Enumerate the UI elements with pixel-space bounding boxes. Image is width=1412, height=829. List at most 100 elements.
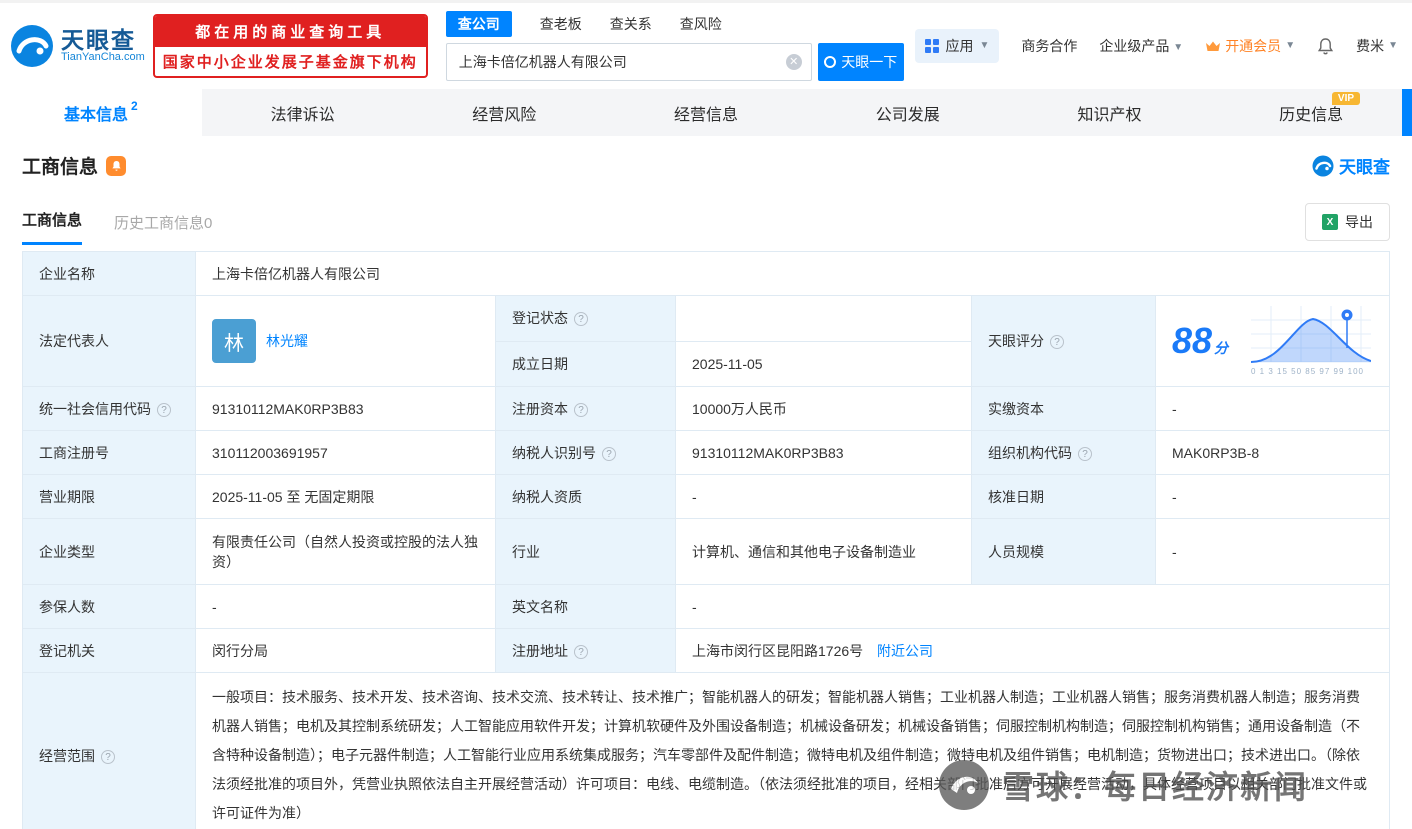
open-vip-button[interactable]: 开通会员 ▼ [1205,36,1295,56]
tianyancha-logo[interactable]: 天眼查 TianYanCha.com [10,24,145,68]
industry-label: 行业 [495,518,676,585]
staff-scale-label: 人员规模 [971,518,1156,585]
section-brand-logo: 天眼查 [1312,153,1390,178]
chevron-down-icon: ▼ [1388,39,1398,51]
page: 天眼查 TianYanCha.com 都在用的商业查询工具 国家中小企业发展子基… [0,0,1412,829]
taxpayer-id-label: 纳税人识别号 [495,430,676,475]
reg-capital-label: 注册资本 [495,386,676,431]
reg-authority-value: 闵行分局 [195,628,496,673]
search-button[interactable]: 天眼一下 [817,43,904,81]
tianyancha-logo-icon [1312,155,1334,176]
english-name-value: - [675,584,1390,629]
company-name-label: 企业名称 [22,251,196,296]
english-name-label: 英文名称 [495,584,676,629]
company-section-tabs: 基本信息 2 法律诉讼 经营风险 经营信息 公司发展 知识产权 历史信息 VIP [0,89,1412,136]
clear-search-icon[interactable]: ✕ [785,54,802,70]
header-nav: 应用 ▼ 商务合作 企业级产品 ▼ 开通会员 ▼ 费米 ▼ [915,29,1398,63]
nearby-companies-link[interactable]: 附近公司 [877,643,933,659]
help-icon[interactable] [101,749,115,764]
subtab-business-info[interactable]: 工商信息 [22,209,83,245]
nav-enterprise-products[interactable]: 企业级产品 ▼ [1099,36,1183,56]
approve-date-label: 核准日期 [971,474,1156,519]
help-icon[interactable] [574,402,588,417]
credit-code-label: 统一社会信用代码 [22,386,196,431]
reg-address-value: 上海市闵行区昆阳路1726号 [692,642,864,659]
business-scope-value: 一般项目：技术服务、技术开发、技术咨询、技术交流、技术转让、技术推广；智能机器人… [195,672,1390,829]
nav-business-cooperation[interactable]: 商务合作 [1021,36,1077,56]
subtabs-row: 工商信息 历史工商信息0 X 导出 [22,203,1390,245]
reg-status-label: 登记状态 [495,295,676,342]
tab-intellectual-property[interactable]: 知识产权 [1009,89,1211,136]
chevron-down-icon: ▼ [979,39,990,51]
apps-menu[interactable]: 应用 ▼ [915,29,1000,63]
legal-rep-avatar[interactable]: 林 [212,319,256,363]
company-type-value: 有限责任公司（自然人投资或控股的法人独资） [195,518,496,585]
tyc-score-value: 88 分 [1172,320,1229,361]
establish-date-value: 2025-11-05 [675,340,972,387]
insured-num-label: 参保人数 [22,584,196,629]
logo-domain: TianYanCha.com [61,51,145,64]
crown-icon [1206,41,1221,51]
business-info-section: 工商信息 天眼查 工商信息 历史工商信息0 X 导出 企业名称 上海卡倍亿机器人… [0,152,1412,829]
tab-business-info[interactable]: 经营信息 [605,89,807,136]
basic-info-badge: 2 [131,98,138,113]
legal-rep-label: 法定代表人 [22,295,196,387]
tab-legal-proceedings[interactable]: 法律诉讼 [202,89,404,136]
vip-badge: VIP [1331,92,1361,105]
apps-grid-icon [925,39,940,53]
taxpayer-quality-value: - [675,474,972,519]
section-title: 工商信息 [22,157,99,178]
legal-rep-cell: 林 林光耀 [195,295,496,387]
logo-title: 天眼查 [61,27,136,54]
tab-basic-info[interactable]: 基本信息 2 [0,89,202,136]
side-float-button[interactable] [1402,89,1412,136]
tab-business-risk[interactable]: 经营风险 [403,89,605,136]
business-scope-label: 经营范围 [22,672,196,829]
reg-number-value: 310112003691957 [195,430,496,475]
company-type-label: 企业类型 [22,518,196,585]
search-area: 查公司 查老板 查关系 查风险 ✕ 天眼一下 [445,11,904,81]
org-code-value: MAK0RP3B-8 [1155,430,1390,475]
top-header: 天眼查 TianYanCha.com 都在用的商业查询工具 国家中小企业发展子基… [0,3,1412,89]
paid-capital-value: - [1155,386,1390,431]
notification-bell-icon[interactable] [1317,37,1334,55]
search-tab-relation[interactable]: 查关系 [610,11,652,37]
help-icon[interactable] [574,312,588,327]
help-icon[interactable] [602,446,616,461]
search-input[interactable] [445,43,812,81]
user-account-menu[interactable]: 费米 ▼ [1356,36,1398,56]
promo-banner-line2: 国家中小企业发展子基金旗下机构 [162,54,418,71]
search-tab-boss[interactable]: 查老板 [540,11,582,37]
subscribe-bell-icon[interactable] [106,155,127,176]
taxpayer-id-value: 91310112MAK0RP3B83 [675,430,972,475]
legal-rep-link[interactable]: 林光耀 [266,331,308,351]
search-tab-risk[interactable]: 查风险 [680,11,722,37]
reg-number-label: 工商注册号 [22,430,196,475]
help-icon[interactable] [1050,335,1064,349]
help-icon[interactable] [1078,446,1092,461]
reg-status-value [675,295,972,342]
business-term-value: 2025-11-05 至 无固定期限 [195,474,496,519]
credit-code-value: 91310112MAK0RP3B83 [195,386,496,431]
search-button-logo-icon [824,56,837,68]
tianyancha-logo-icon [11,25,53,67]
business-info-table: 企业名称 上海卡倍亿机器人有限公司 法定代表人 林 林光耀 登记状态? 天眼评分… [22,251,1390,829]
search-tab-company[interactable]: 查公司 [445,11,512,37]
reg-address-cell: 上海市闵行区昆阳路1726号 附近公司 [675,628,1390,673]
establish-date-label: 成立日期 [495,340,676,387]
tab-history-info[interactable]: 历史信息 VIP [1210,89,1412,136]
business-term-label: 营业期限 [22,474,196,519]
help-icon[interactable] [157,402,171,417]
reg-address-label: 注册地址 [495,628,676,673]
insured-num-value: - [195,584,496,629]
export-button[interactable]: X 导出 [1305,203,1390,241]
paid-capital-label: 实缴资本 [971,386,1156,431]
tyc-score-cell: 88 分 0 1 3 15 50 85 97 99 100 [1155,295,1390,387]
chevron-down-icon: ▼ [1173,42,1184,53]
subtab-history-business-info[interactable]: 历史工商信息0 [114,212,212,245]
taxpayer-quality-label: 纳税人资质 [495,474,676,519]
tab-company-development[interactable]: 公司发展 [807,89,1009,136]
help-icon[interactable] [574,644,588,659]
promo-banner: 都在用的商业查询工具 国家中小企业发展子基金旗下机构 [152,14,428,78]
company-name-value: 上海卡倍亿机器人有限公司 [195,251,1390,296]
